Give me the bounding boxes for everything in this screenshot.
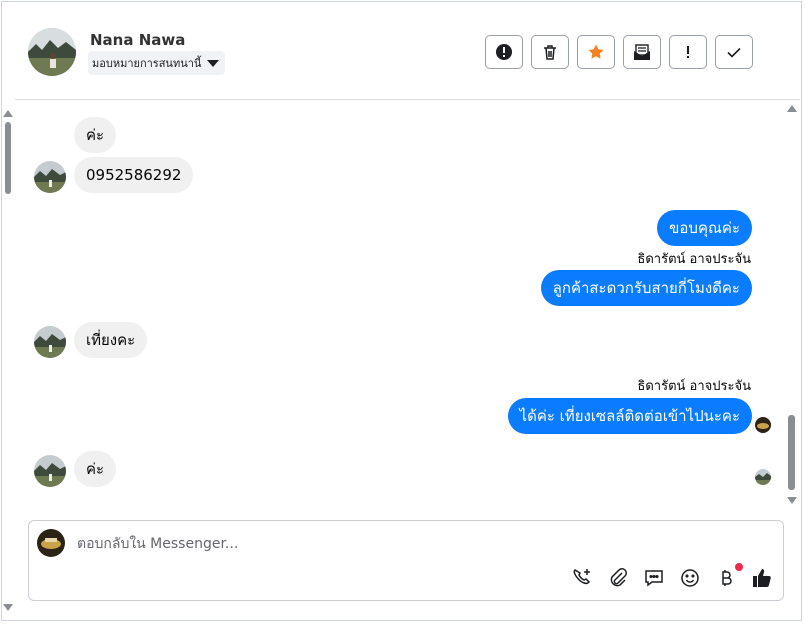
alert-circle-icon [496, 44, 512, 60]
payment-button[interactable] [715, 563, 743, 589]
exclamation-icon [687, 46, 689, 58]
left-scrollbar[interactable] [1, 104, 15, 614]
message-bubble-incoming[interactable]: ค่ะ [74, 117, 117, 153]
assign-label: มอบหมายการสนทนานี้ [92, 57, 202, 70]
contact-avatar-small [34, 326, 66, 358]
done-button[interactable] [715, 35, 753, 69]
reply-input[interactable] [75, 531, 679, 557]
saved-reply-button[interactable] [643, 567, 665, 589]
read-receipt-avatar [755, 469, 771, 485]
emoji-button[interactable] [679, 567, 701, 589]
reply-composer [28, 520, 784, 601]
spam-button[interactable] [485, 35, 523, 69]
add-call-button[interactable] [571, 567, 593, 589]
contact-avatar-small [34, 161, 66, 193]
like-button[interactable] [751, 567, 773, 589]
message-bubble-outgoing[interactable]: ได้ค่ะ เที่ยงเซลล์ติดต่อเข้าไปนะคะ [507, 398, 752, 434]
contact-avatar[interactable] [28, 28, 76, 76]
delete-button[interactable] [531, 35, 569, 69]
contact-avatar-small [34, 455, 66, 487]
message-bubble-incoming[interactable]: 0952586292 [74, 157, 194, 193]
message-bubble-outgoing[interactable]: ขอบคุณค่ะ [657, 210, 752, 246]
scroll-down-arrow[interactable] [3, 604, 13, 611]
composer-toolbar [571, 563, 773, 589]
scroll-up-arrow[interactable] [787, 105, 797, 112]
scroll-down-arrow[interactable] [787, 497, 797, 504]
sender-name: ธิดารัตน์ อาจประจัน [637, 252, 751, 267]
scroll-up-arrow[interactable] [3, 110, 13, 117]
saved-reply-icon [645, 570, 663, 587]
attach-button[interactable] [607, 567, 629, 589]
mark-unread-button[interactable] [623, 35, 661, 69]
header-actions [485, 35, 753, 69]
conversation-header: Nana Nawa มอบหมายการสนทนานี้ [15, 5, 800, 100]
message-bubble-incoming[interactable]: เที่ยงคะ [74, 322, 148, 358]
caret-down-icon [207, 59, 220, 67]
star-icon [588, 44, 604, 59]
page-avatar [37, 529, 65, 557]
flag-button[interactable] [669, 35, 707, 69]
star-button[interactable] [577, 35, 615, 69]
paperclip-icon [610, 568, 627, 587]
emoji-icon [681, 569, 699, 587]
assign-conversation-dropdown[interactable]: มอบหมายการสนทนานี้ [88, 51, 226, 75]
scrollbar-thumb[interactable] [788, 415, 795, 490]
trash-icon [544, 45, 556, 60]
contact-name: Nana Nawa [90, 31, 186, 49]
message-thread[interactable]: ค่ะ 0952586292 ขอบคุณค่ะ ธิดารัตน์ อาจปร… [15, 100, 785, 512]
sender-name: ธิดารัตน์ อาจประจัน [637, 379, 751, 394]
message-bubble-outgoing[interactable]: ลูกค้าสะดวกรับสายกี่โมงดีคะ [540, 270, 752, 306]
seen-avatar [755, 417, 771, 433]
notification-dot [735, 563, 743, 571]
message-bubble-incoming[interactable]: ค่ะ [74, 451, 117, 487]
thread-scrollbar[interactable] [785, 100, 799, 512]
thumbs-up-icon [753, 569, 771, 587]
currency-icon [722, 570, 732, 586]
scrollbar-thumb[interactable] [5, 122, 11, 194]
envelope-icon [634, 44, 650, 60]
checkmark-icon [727, 47, 741, 58]
add-call-icon [573, 569, 591, 585]
